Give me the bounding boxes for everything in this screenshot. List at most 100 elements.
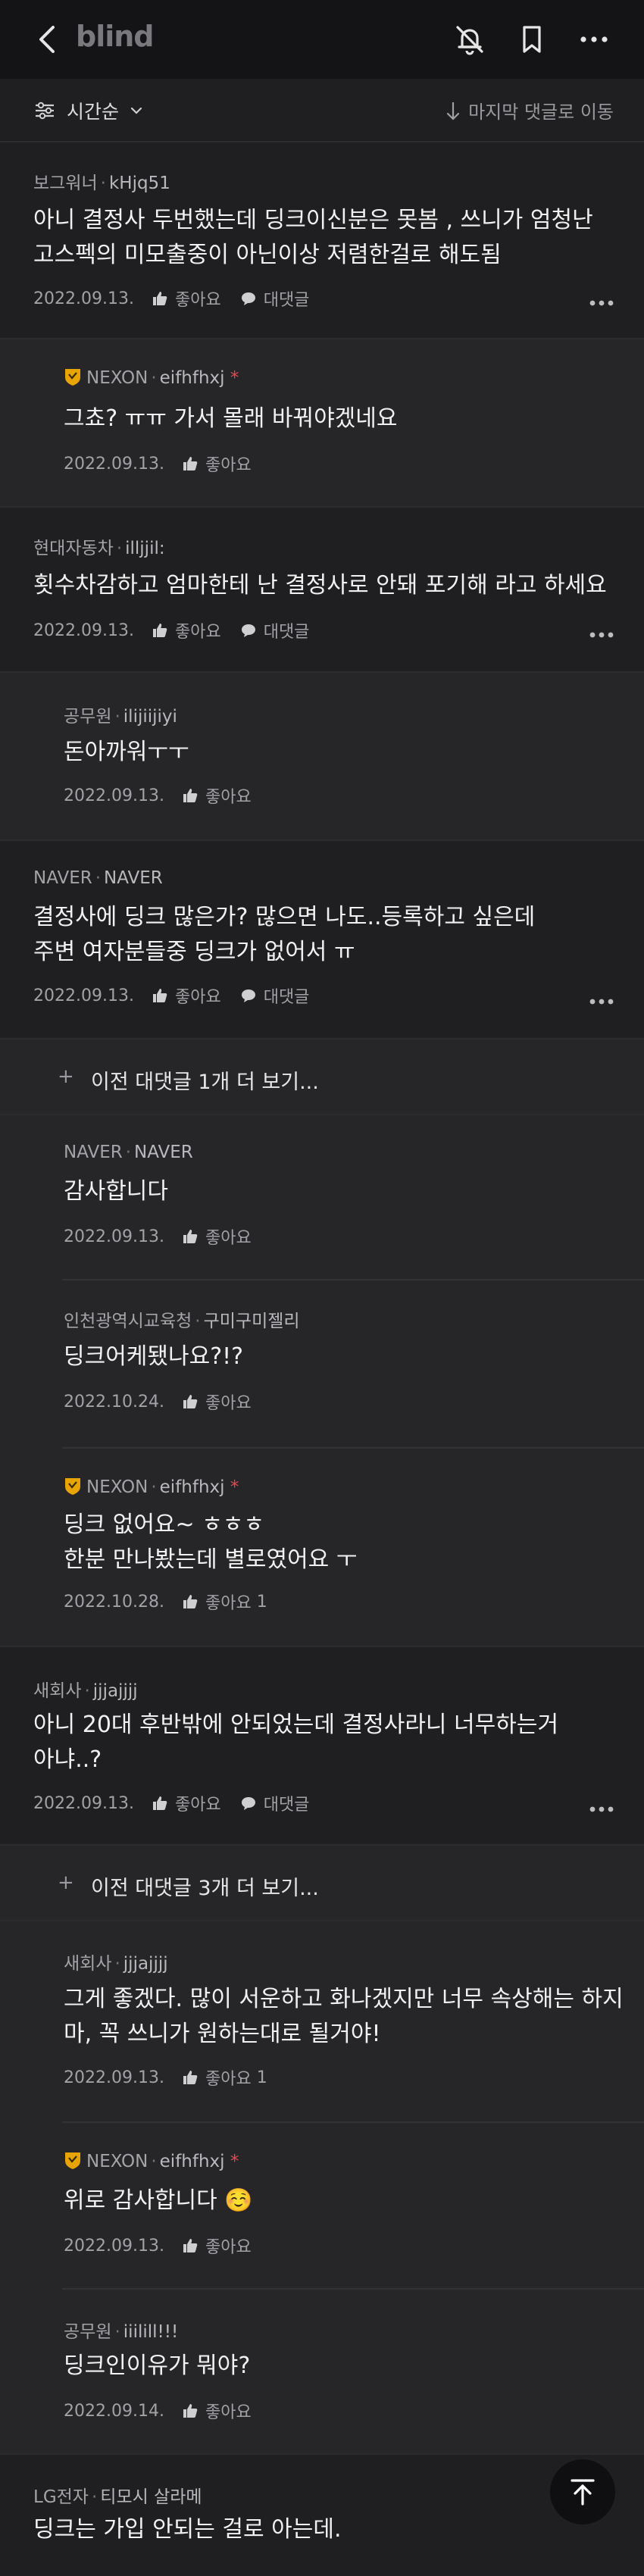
reply-author: NEXON · eifhfhxj * [64,367,239,388]
like-button[interactable]: 좋아요 [181,783,252,808]
jump-label: 마지막 댓글로 이동 [468,102,614,123]
reply-body: 위로 감사합니다 ☺️ [64,2187,253,2214]
thumbs-up-icon [152,989,167,1002]
reply-date: 2022.09.13. [64,1227,164,1246]
like-button[interactable]: 좋아요 [181,452,252,476]
comment-body: 결정사에 딩크 많은가? 많으면 나도..등록하고 싶은데 주변 여자분들중 딩크… [33,904,536,965]
reply: NEXON · eifhfhxj * 그쵸? ㅠㅠ 가서 몰래 바꿔야겠네요 202… [0,339,644,508]
comment-footer: 2022.09.13. 좋아요 대댓글 [33,983,327,1008]
like-button[interactable]: 좋아요 [181,2234,252,2258]
load-previous-replies-label: 이전 대댓글 3개 더 보기... [91,1877,319,1900]
thumbs-up-icon [183,1595,198,1608]
thumbs-up-icon [183,457,198,470]
speech-bubble-icon [241,292,255,305]
app-logo[interactable]: blind [76,20,155,53]
reply-date: 2022.10.24. [64,1392,164,1411]
comment-body: 아니 결정사 두번했는데 딩크이신분은 못봄 , 쓰니가 엄청난 고스펙의 미모출… [33,207,593,268]
comment-date: 2022.09.13. [33,1793,134,1813]
more-options-icon[interactable] [576,21,612,58]
reply-body: 딩크 없어요~ ㅎㅎㅎ 한분 만나봤는데 별로였어요 ㅜ [64,1512,358,1573]
reply-button[interactable]: 대댓글 [239,618,309,642]
reply-footer: 2022.09.13. 좋아요 [64,1224,270,1249]
reply-footer: 2022.09.13. 좋아요 [64,2234,270,2258]
comment: 보그워너 · kHjq51 아니 결정사 두번했는데 딩크이신분은 못봄 , 쓰니가… [0,142,644,339]
filter-icon [36,102,54,120]
scroll-to-top-button[interactable] [550,2459,615,2524]
comment-more-icon[interactable] [586,629,617,641]
comment-author: 보그워너 · kHjq51 [33,174,170,193]
thumbs-up-icon [152,292,167,305]
reply-footer: 2022.09.13. 좋아요 [64,783,270,808]
reply-author: 공무원 · iiilill!!! [64,2322,179,2342]
reply-footer: 2022.10.24. 좋아요 [64,1390,270,1414]
thumbs-up-icon [183,1230,198,1243]
thumbs-up-icon [152,624,167,637]
reply-author: 인천광역시교육청 · 구미구미젤리 [64,1311,300,1331]
comment: LG전자 · 티모시 살라메 딩크는 가입 안되는 걸로 아는데. [0,2455,644,2576]
arrow-down-icon [446,102,460,120]
arrow-up-icon [571,2479,595,2506]
like-count: 1 [256,1592,267,1612]
comment-date: 2022.09.13. [33,289,134,308]
like-button[interactable]: 좋아요 [151,286,221,311]
reply-date: 2022.09.13. [64,454,164,474]
like-button[interactable]: 좋아요 [181,1224,252,1249]
like-button[interactable]: 좋아요 [151,618,221,642]
comment-author: 현대자동차 · illjjil: [33,539,165,558]
reply-date: 2022.09.13. [64,2068,164,2087]
thumbs-up-icon [183,2239,198,2252]
reply-date: 2022.09.13. [64,2236,164,2256]
reply: NEXON · eifhfhxj * 위로 감사합니다 ☺️ 2022.09.13.… [0,2123,644,2290]
comment-date: 2022.09.13. [33,621,134,640]
reply-body: 감사합니다 [64,1178,168,1205]
plus-icon: + [58,1065,74,1088]
like-button[interactable]: 좋아요 1 [181,1590,267,1614]
jump-to-last-comment[interactable]: 마지막 댓글로 이동 [444,97,614,123]
reply: 공무원 · ilijiijiyi 돈아까워ㅜㅜ 2022.09.13. 좋아요 [0,673,644,841]
thumbs-up-icon [183,1395,198,1408]
reply-body: 그게 좋겠다. 많이 서운하고 화나겠지만 너무 속상해는 하지 마, 꼭 쓰니가… [64,1986,624,2047]
reply-button[interactable]: 대댓글 [239,1791,309,1815]
reply-body: 그쵸? ㅠㅠ 가서 몰래 바꿔야겠네요 [64,405,398,432]
reply-author: NEXON · eifhfhxj * [64,1476,239,1497]
reply: NEXON · eifhfhxj * 딩크 없어요~ ㅎㅎㅎ 한분 만나봤는데 별로였… [0,1449,644,1647]
comment-more-icon[interactable] [586,297,617,309]
load-previous-replies[interactable]: + 이전 대댓글 3개 더 보기... [0,1846,644,1921]
reply-body: 딩크인이유가 뭐야? [64,2352,251,2379]
comment-body: 아니 20대 후반밖에 안되었는데 결정사라니 너무하는거 아냐..? [33,1712,559,1773]
like-button[interactable]: 좋아요 [151,983,221,1008]
bell-off-icon[interactable] [452,21,488,58]
comment-body: 딩크는 가입 안되는 걸로 아는데. [33,2516,342,2543]
reply-date: 2022.09.13. [64,786,164,805]
reply: NAVER · NAVER 감사합니다 2022.09.13. 좋아요 [0,1115,644,1280]
reply-body: 돈아까워ㅜㅜ [64,739,189,765]
verified-badge-icon [65,1478,80,1495]
reply-footer: 2022.09.13. 좋아요 1 [64,2065,286,2090]
reply-author: 공무원 · ilijiijiyi [64,707,177,727]
reply: 인천광역시교육청 · 구미구미젤리 딩크어케됐나요?!? 2022.10.24. 좋… [0,1280,644,1449]
plus-icon: + [58,1871,74,1894]
sort-selector[interactable]: 시간순 [33,97,146,124]
verified-badge-icon [65,369,80,386]
comment-footer: 2022.09.13. 좋아요 대댓글 [33,618,327,642]
reply-button[interactable]: 대댓글 [239,286,309,311]
comment-body: 횟수차감하고 엄마한테 난 결정사로 안돼 포기해 라고 하세요 [33,572,607,599]
chevron-down-icon [130,107,142,114]
thumbs-up-icon [183,2071,198,2084]
load-previous-replies[interactable]: + 이전 대댓글 1개 더 보기... [0,1039,644,1115]
bookmark-icon[interactable] [514,21,550,58]
speech-bubble-icon [241,624,255,637]
like-button[interactable]: 좋아요 [181,2399,252,2423]
top-bar: blind [0,0,644,79]
reply-button[interactable]: 대댓글 [239,983,309,1008]
like-button[interactable]: 좋아요 [181,1390,252,1414]
verified-badge-icon [65,2152,80,2169]
comment-more-icon[interactable] [586,996,617,1008]
like-button[interactable]: 좋아요 1 [181,2065,267,2090]
back-arrow-icon[interactable] [30,21,67,58]
comment-author: LG전자 · 티모시 살라메 [33,2487,202,2507]
reply-author: NAVER · NAVER [64,1143,193,1162]
comment-more-icon[interactable] [586,1803,617,1815]
like-button[interactable]: 좋아요 [151,1791,221,1815]
comment: 새회사 · jjjajjjj 아니 20대 후반밖에 안되었는데 결정사라니 너무하… [0,1647,644,1846]
